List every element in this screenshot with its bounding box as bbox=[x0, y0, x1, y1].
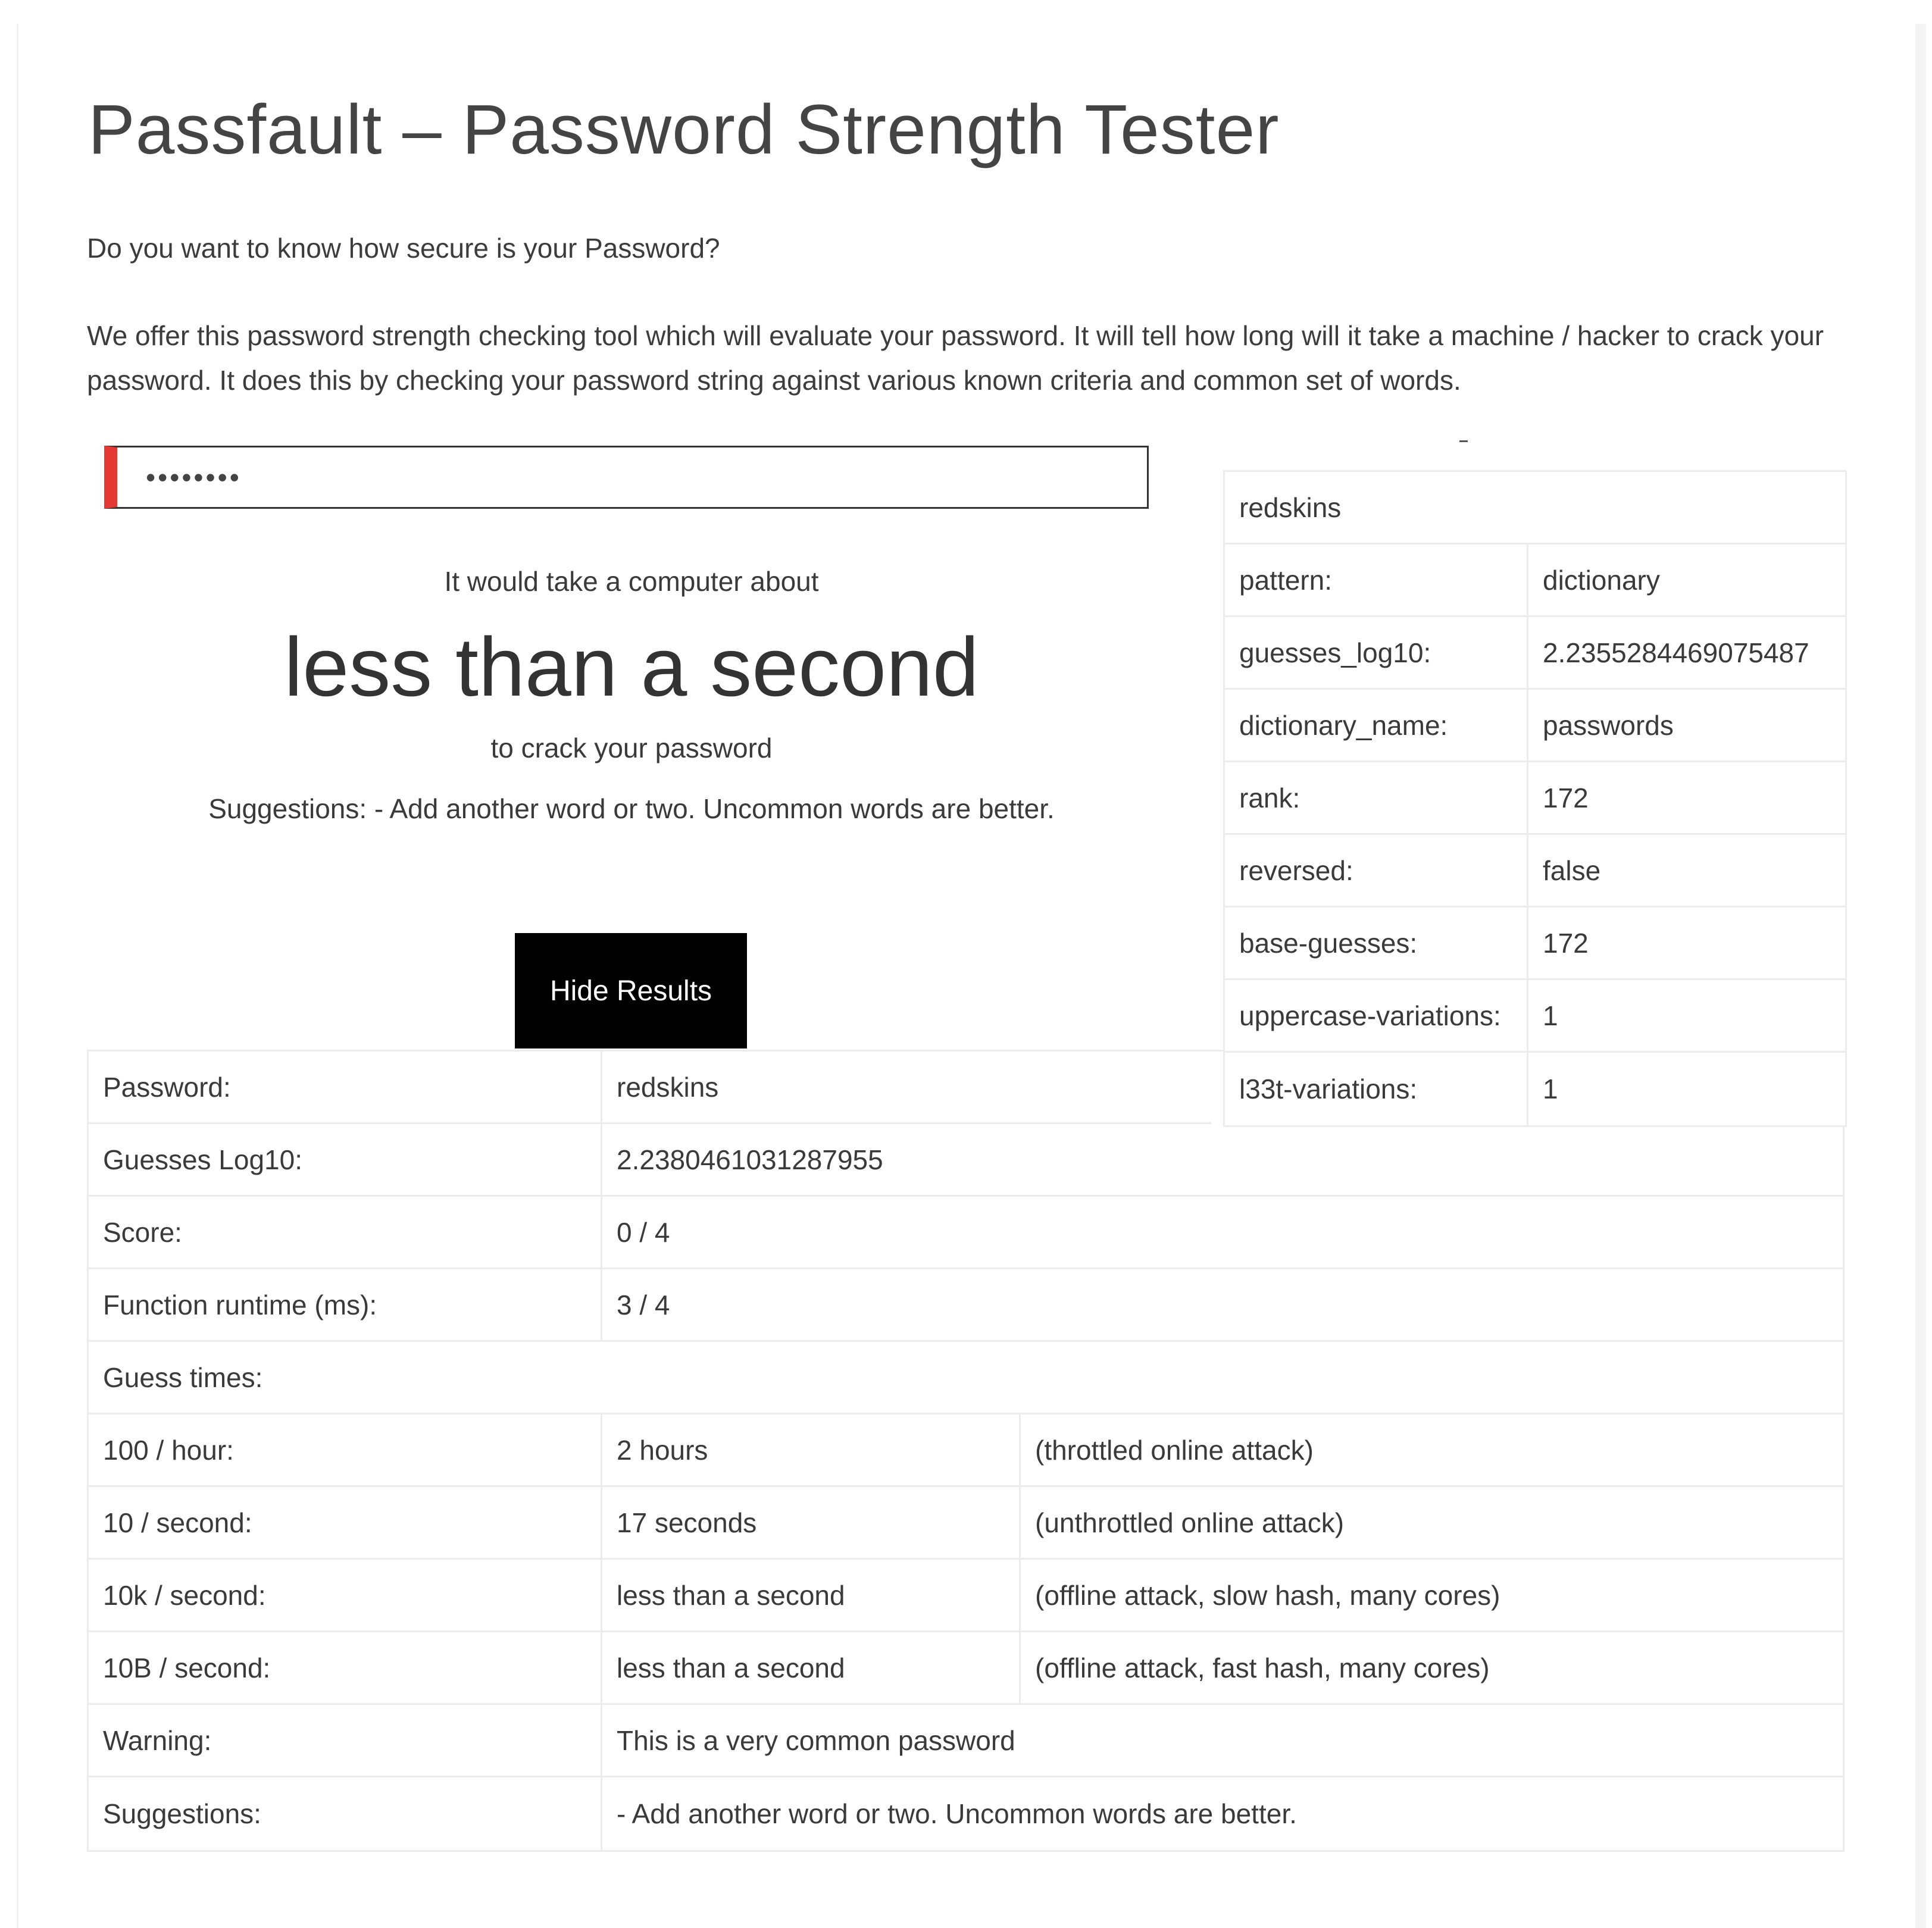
suggestions-value: - Add another word or two. Uncommon word… bbox=[617, 1798, 1297, 1829]
scrollbar[interactable] bbox=[1915, 24, 1926, 1928]
match-value: passwords bbox=[1543, 709, 1674, 741]
table-row: Score: 0 / 4 bbox=[89, 1197, 1843, 1269]
table-row-guess-time: 10 / second: 17 seconds (unthrottled onlin… bbox=[89, 1487, 1843, 1560]
description-text: We offer this password strength checking… bbox=[87, 320, 1824, 396]
row-value: 3 / 4 bbox=[617, 1289, 670, 1320]
match-row: dictionary_name: passwords bbox=[1225, 690, 1845, 762]
intro-text: Do you want to know how secure is your P… bbox=[87, 233, 720, 264]
match-value: dictionary bbox=[1543, 564, 1660, 596]
result-prefix: It would take a computer about bbox=[444, 566, 819, 597]
password-field-wrapper bbox=[104, 446, 1149, 509]
table-row: Function runtime (ms): 3 / 4 bbox=[89, 1269, 1843, 1342]
match-row: guesses_log10: 2.2355284469075487 bbox=[1225, 617, 1845, 690]
table-row-guess-time: 100 / hour: 2 hours (throttled online atta… bbox=[89, 1414, 1843, 1487]
rate-label: 10B / second: bbox=[89, 1632, 602, 1703]
rate-time: 17 seconds bbox=[602, 1487, 1021, 1558]
match-details-table: redskins pattern: dictionary guesses_log10… bbox=[1223, 470, 1847, 1127]
match-value: 172 bbox=[1543, 927, 1589, 959]
match-value: 172 bbox=[1543, 782, 1589, 813]
page-title: Passfault – Password Strength Tester bbox=[88, 90, 1280, 169]
password-input[interactable] bbox=[117, 447, 1147, 507]
match-value: false bbox=[1543, 855, 1601, 886]
guess-times-label: Guess times: bbox=[103, 1362, 263, 1393]
match-row: l33t-variations: 1 bbox=[1225, 1053, 1845, 1125]
table-row-password: Password: redskins bbox=[89, 1051, 1211, 1124]
row-value: redskins bbox=[617, 1071, 719, 1103]
rate-label: 100 / hour: bbox=[89, 1414, 602, 1485]
match-key: base-guesses: bbox=[1225, 907, 1528, 978]
match-row: uppercase-variations: 1 bbox=[1225, 980, 1845, 1053]
match-key: rank: bbox=[1225, 762, 1528, 833]
match-row: reversed: false bbox=[1225, 835, 1845, 907]
table-row-guess-times: Guess times: bbox=[89, 1342, 1843, 1414]
row-value: 0 / 4 bbox=[617, 1216, 670, 1248]
match-key: pattern: bbox=[1225, 544, 1528, 615]
match-row: rank: 172 bbox=[1225, 762, 1845, 835]
table-row: Guesses Log10: 2.2380461031287955 bbox=[89, 1124, 1843, 1197]
match-key: reversed: bbox=[1225, 835, 1528, 906]
table-row-guess-time: 10k / second: less than a second (offline … bbox=[89, 1560, 1843, 1632]
rate-note: (offline attack, slow hash, many cores) bbox=[1035, 1579, 1500, 1611]
row-label: Guesses Log10: bbox=[89, 1124, 602, 1195]
row-label: Warning: bbox=[89, 1705, 602, 1776]
match-token: redskins bbox=[1239, 492, 1342, 523]
table-row-suggestions: Suggestions: - Add another word or two. U… bbox=[89, 1777, 1843, 1850]
hide-results-button[interactable]: Hide Results bbox=[515, 933, 747, 1048]
match-key: dictionary_name: bbox=[1225, 690, 1528, 760]
row-label: Suggestions: bbox=[89, 1777, 602, 1850]
dash-mark bbox=[1459, 440, 1468, 442]
table-row-guess-time: 10B / second: less than a second (offline … bbox=[89, 1632, 1843, 1705]
rate-note: (unthrottled online attack) bbox=[1035, 1507, 1345, 1538]
table-row-warning: Warning: This is a very common password bbox=[89, 1705, 1843, 1777]
match-key: guesses_log10: bbox=[1225, 617, 1528, 688]
rate-time: less than a second bbox=[602, 1632, 1021, 1703]
row-label: Score: bbox=[89, 1197, 602, 1267]
match-value: 1 bbox=[1543, 1000, 1558, 1031]
row-value: 2.2380461031287955 bbox=[617, 1144, 883, 1175]
match-value: 2.2355284469075487 bbox=[1543, 637, 1809, 668]
match-row: pattern: dictionary bbox=[1225, 544, 1845, 617]
rate-label: 10 / second: bbox=[89, 1487, 602, 1558]
crack-time: less than a second bbox=[284, 620, 979, 713]
match-key: l33t-variations: bbox=[1225, 1053, 1528, 1125]
rate-note: (throttled online attack) bbox=[1035, 1434, 1314, 1466]
match-key: uppercase-variations: bbox=[1225, 980, 1528, 1051]
page-border-left bbox=[17, 24, 18, 1928]
result-suggestions: Suggestions: - Add another word or two. … bbox=[208, 793, 1055, 824]
result-suffix: to crack your password bbox=[490, 733, 773, 763]
rate-time: 2 hours bbox=[602, 1414, 1021, 1485]
rate-label: 10k / second: bbox=[89, 1560, 602, 1630]
match-token-row: redskins bbox=[1225, 472, 1845, 544]
row-label: Function runtime (ms): bbox=[89, 1269, 602, 1340]
match-value: 1 bbox=[1543, 1073, 1558, 1104]
results-table: Password: redskins Guesses Log10: 2.23804… bbox=[87, 1050, 1845, 1852]
match-row: base-guesses: 172 bbox=[1225, 907, 1845, 980]
rate-note: (offline attack, fast hash, many cores) bbox=[1035, 1652, 1490, 1683]
row-label: Password: bbox=[89, 1051, 602, 1122]
warning-value: This is a very common password bbox=[617, 1724, 1015, 1756]
rate-time: less than a second bbox=[602, 1560, 1021, 1630]
